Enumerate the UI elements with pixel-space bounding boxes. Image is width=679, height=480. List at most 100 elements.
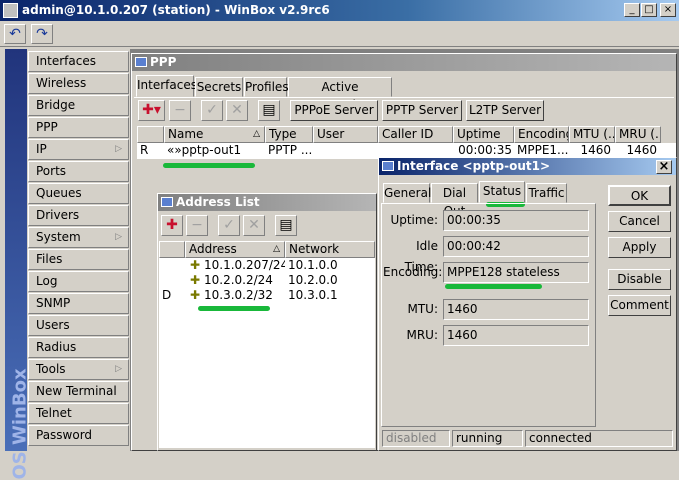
row-address: 10.3.0.2/32 [204,288,273,302]
window-icon [135,57,147,67]
add-button[interactable]: ✚▾ [138,100,165,121]
menu-item-label: Radius [36,340,77,354]
row-network: 10.3.0.1 [288,288,338,302]
add-address-button[interactable]: ✚ [161,215,183,236]
menu-item-wireless[interactable]: Wireless [28,73,129,94]
address-list-title[interactable]: Address List [158,194,376,211]
idle-time-field[interactable]: 00:00:42 [443,236,589,257]
menu-item-password[interactable]: Password [28,425,129,446]
column-uptime[interactable]: Uptime [453,126,514,143]
table-row[interactable]: D ✚ 10.3.0.2/32 10.3.0.1 [159,288,375,303]
l2tp-server-button[interactable]: L2TP Server [466,100,544,121]
mtu-label: MTU: [407,302,438,316]
table-row[interactable]: ✚ 10.2.0.2/24 10.2.0.0 [159,273,375,288]
interface-dialog-title[interactable]: Interface <pptp-out1> [379,158,676,175]
remove-button[interactable]: − [169,100,191,121]
ppp-window-title[interactable]: PPP [132,54,676,71]
column-caller-id[interactable]: Caller ID [378,126,453,143]
menu-item-tools[interactable]: Tools ▷ [28,359,129,380]
enable-button[interactable]: ✓ [201,100,223,121]
tab-general[interactable]: General [383,183,431,203]
menu-item-label: Queues [36,186,82,200]
menu-item-log[interactable]: Log [28,271,129,292]
submenu-arrow-icon: ▷ [115,364,122,374]
menu-item-system[interactable]: System ▷ [28,227,129,248]
undo-icon[interactable]: ↶ [4,24,26,44]
mru-field[interactable]: 1460 [443,325,589,346]
menu-item-label: Users [36,318,70,332]
row-network: 10.1.0.0 [288,258,338,272]
row-network: 10.2.0.0 [288,273,338,287]
menu-item-ppp[interactable]: PPP [28,117,129,138]
tab-traffic[interactable]: Traffic [526,183,567,203]
column-label: Name [168,127,204,141]
close-button[interactable]: × [660,3,676,17]
enable-address-button[interactable]: ✓ [218,215,240,236]
menu-item-label: IP [36,142,47,156]
column-user[interactable]: User [313,126,378,143]
cancel-button[interactable]: Cancel [608,211,671,232]
menu-item-interfaces[interactable]: Interfaces [28,51,129,72]
column-encoding[interactable]: Encoding [514,126,569,143]
menu-item-drivers[interactable]: Drivers [28,205,129,226]
tab-divider [134,97,674,98]
menu-item-users[interactable]: Users [28,315,129,336]
highlight-mark [198,306,270,311]
comment-address-button[interactable]: ▤ [275,215,297,236]
redo-icon[interactable]: ↷ [31,24,53,44]
column-type[interactable]: Type [265,126,313,143]
tab-active-connections[interactable]: Active Connections [288,77,392,112]
row-flag: D [162,288,172,302]
column-name[interactable]: Name △ [164,126,265,143]
disable-button[interactable]: Disable [608,269,671,290]
column-mru[interactable]: MRU (... [615,126,661,143]
menu-item-queues[interactable]: Queues [28,183,129,204]
comment-button[interactable]: Comment [608,295,671,316]
tab-interfaces[interactable]: Interfaces [136,75,197,97]
close-icon[interactable]: × [656,160,672,174]
uptime-field[interactable]: 00:00:35 [443,210,589,231]
column-mtu[interactable]: MTU (... [569,126,615,143]
pptp-server-button[interactable]: PPTP Server [382,100,462,121]
app-icon [3,3,18,18]
submenu-arrow-icon: ▷ [115,232,122,242]
window-icon [161,197,173,207]
remove-address-button[interactable]: − [186,215,208,236]
menu-item-label: SNMP [36,296,71,310]
menu-item-telnet[interactable]: Telnet [28,403,129,424]
menu-item-bridge[interactable]: Bridge [28,95,129,116]
tab-dial-out[interactable]: Dial Out [431,183,478,218]
menu-item-ip[interactable]: IP ▷ [28,139,129,160]
menu-item-label: Password [36,428,93,442]
comment-button[interactable]: ▤ [258,100,280,121]
apply-button[interactable]: Apply [608,237,671,258]
column-flag[interactable] [137,126,164,143]
row-flag [159,258,185,273]
ok-button[interactable]: OK [608,185,671,206]
disable-address-button[interactable]: ✕ [243,215,265,236]
minimize-button[interactable]: _ [624,3,640,17]
row-address: 10.2.0.2/24 [204,273,273,287]
menu-item-label: System [36,230,81,244]
menu-item-label: Interfaces [36,54,96,68]
submenu-arrow-icon: ▷ [115,144,122,154]
menu-item-files[interactable]: Files [28,249,129,270]
tab-profiles[interactable]: Profiles [244,77,289,97]
main-toolbar: ↶ ↷ [0,21,679,47]
table-row[interactable]: ✚ 10.1.0.207/24 10.1.0.0 [159,258,375,273]
tab-status[interactable]: Status [479,181,525,203]
column-flag[interactable] [159,241,185,258]
pppoe-server-button[interactable]: PPPoE Server [290,100,378,121]
column-address[interactable]: Address △ [185,241,285,258]
menu-item-snmp[interactable]: SNMP [28,293,129,314]
encoding-field[interactable]: MPPE128 stateless [443,262,589,283]
menu-item-new-terminal[interactable]: New Terminal [28,381,129,402]
disable-button[interactable]: ✕ [226,100,248,121]
tab-secrets[interactable]: Secrets [195,77,243,97]
maximize-button[interactable]: □ [641,3,657,17]
mtu-field[interactable]: 1460 [443,299,589,320]
menu-item-label: Ports [36,164,67,178]
column-network[interactable]: Network [285,241,375,258]
menu-item-ports[interactable]: Ports [28,161,129,182]
menu-item-radius[interactable]: Radius [28,337,129,358]
